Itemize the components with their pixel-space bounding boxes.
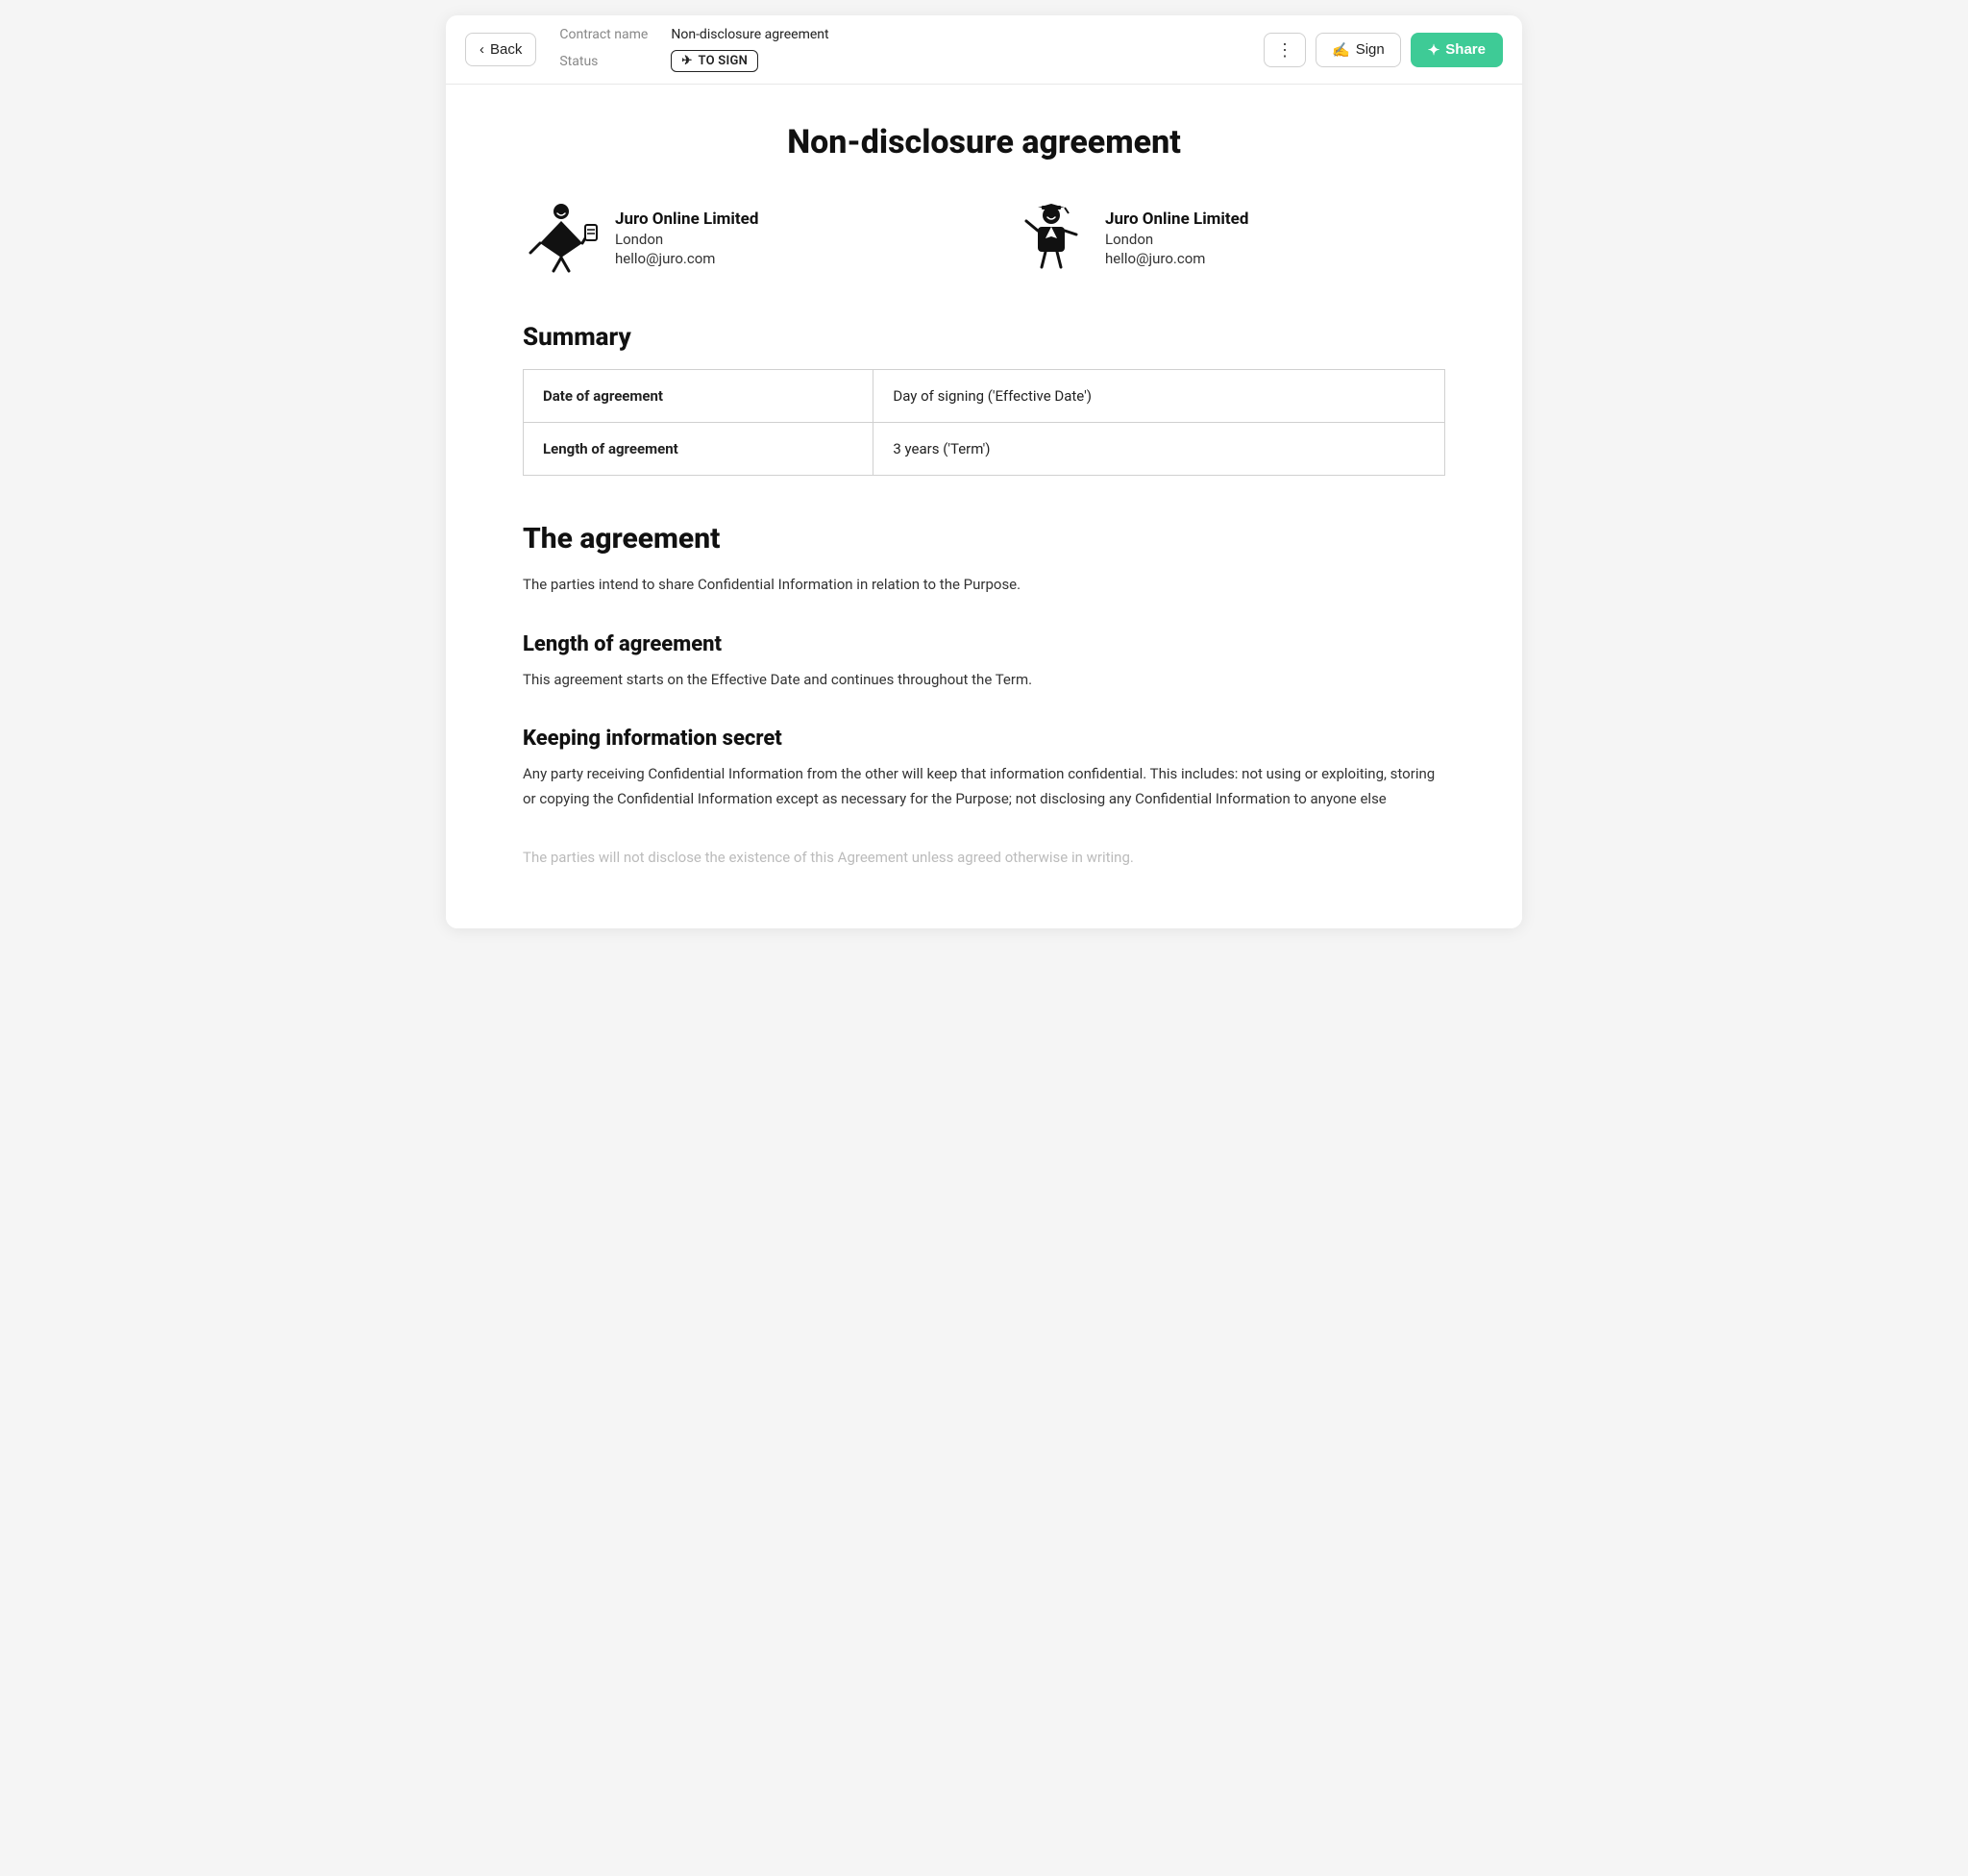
main-section-intro: The parties intend to share Confidential… [523,573,1445,598]
party-1-email: hello@juro.com [615,250,758,267]
summary-row: Length of agreement3 years ('Term') [524,423,1445,476]
share-label: Share [1445,41,1486,58]
party-1-icon [523,200,600,277]
agreement-sections: Length of agreement This agreement starts… [523,632,1445,812]
party-2: Juro Online Limited London hello@juro.co… [1013,200,1445,277]
share-icon: ✦ [1428,41,1440,59]
party-2-info: Juro Online Limited London hello@juro.co… [1105,210,1248,267]
status-row: Status ✈ TO SIGN [559,50,1264,72]
header-actions: ⋮ ✍ Sign ✦ Share [1264,33,1503,67]
party-2-icon [1013,200,1090,277]
document-title: Non-disclosure agreement [523,123,1445,161]
contract-name-label: Contract name [559,27,655,42]
party-2-email: hello@juro.com [1105,250,1248,267]
party-1-name: Juro Online Limited [615,210,758,229]
document-area: Non-disclosure agreement [446,85,1522,928]
summary-title: Summary [523,323,1445,352]
summary-table: Date of agreementDay of signing ('Effect… [523,369,1445,476]
section-text-0: This agreement starts on the Effective D… [523,668,1445,693]
main-section-title: The agreement [523,522,1445,555]
summary-key: Length of agreement [524,423,873,476]
status-badge: ✈ TO SIGN [671,50,758,72]
summary-value: Day of signing ('Effective Date') [873,370,1445,423]
section-title-1: Keeping information secret [523,727,1445,751]
parties-section: Juro Online Limited London hello@juro.co… [523,200,1445,277]
sign-button[interactable]: ✍ Sign [1316,33,1401,67]
party-1: Juro Online Limited London hello@juro.co… [523,200,955,277]
section-title-0: Length of agreement [523,632,1445,656]
app-container: ‹ Back Contract name Non-disclosure agre… [446,15,1522,928]
party-2-name: Juro Online Limited [1105,210,1248,229]
header: ‹ Back Contract name Non-disclosure agre… [446,15,1522,85]
summary-value: 3 years ('Term') [873,423,1445,476]
send-icon: ✈ [681,54,692,68]
section-text-1: Any party receiving Confidential Informa… [523,762,1445,811]
share-button[interactable]: ✦ Share [1411,33,1503,67]
party-1-location: London [615,231,758,248]
party-1-info: Juro Online Limited London hello@juro.co… [615,210,758,267]
back-label: Back [490,41,522,58]
agreement-section-0: Length of agreement This agreement starts… [523,632,1445,693]
contract-name-row: Contract name Non-disclosure agreement [559,27,1264,42]
summary-key: Date of agreement [524,370,873,423]
header-meta: Contract name Non-disclosure agreement S… [559,27,1264,72]
sign-icon: ✍ [1332,41,1350,59]
more-options-button[interactable]: ⋮ [1264,33,1306,67]
agreement-section-1: Keeping information secret Any party rece… [523,727,1445,811]
sign-label: Sign [1356,41,1385,58]
back-arrow-icon: ‹ [480,41,484,58]
contract-name-value: Non-disclosure agreement [671,27,828,42]
summary-row: Date of agreementDay of signing ('Effect… [524,370,1445,423]
back-button[interactable]: ‹ Back [465,33,536,66]
more-icon: ⋮ [1276,40,1293,60]
status-label: Status [559,54,655,69]
party-2-location: London [1105,231,1248,248]
faded-text: The parties will not disclose the existe… [523,846,1445,871]
status-value: TO SIGN [699,54,749,68]
